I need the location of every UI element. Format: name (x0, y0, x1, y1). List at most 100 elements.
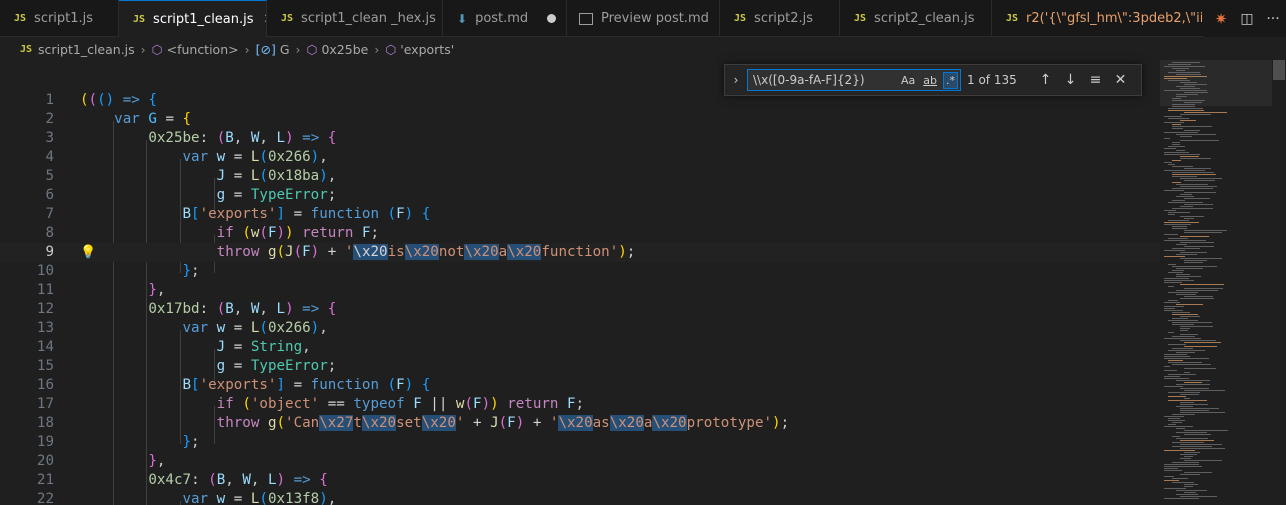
minimap-line (1180, 258, 1222, 259)
minimap-line (1168, 72, 1200, 73)
minimap-line (1168, 64, 1191, 65)
minimap-line (1164, 138, 1170, 139)
minimap-line (1180, 388, 1209, 389)
minimap-line (1164, 190, 1184, 191)
minimap-line (1164, 416, 1184, 417)
minimap-line (1180, 114, 1211, 115)
tab-script1-clean[interactable]: JSscript1_clean.js✕ (119, 0, 267, 38)
find-input[interactable] (748, 72, 895, 88)
preview-icon (579, 12, 593, 25)
minimap-line (1176, 94, 1198, 95)
toggle-replace-chevron-icon[interactable]: › (725, 73, 747, 87)
minimap-line (1176, 384, 1210, 385)
code-line: 6 g = TypeError; (45, 187, 337, 203)
tab-script1[interactable]: JS script1.js (0, 0, 119, 37)
minimap-line (1184, 460, 1222, 461)
minimap-line (1176, 244, 1187, 245)
split-editor-icon[interactable]: ◫ (1234, 11, 1260, 27)
minimap-line (1172, 324, 1194, 325)
tab-preview-post-md[interactable]: Preview post.md (567, 0, 720, 37)
minimap-line (1180, 156, 1199, 157)
minimap-line (1172, 200, 1185, 201)
markdown-icon: ⬇ (457, 11, 468, 26)
minimap-line (1184, 472, 1212, 473)
minimap-line (1168, 272, 1183, 273)
scrollbar-thumb[interactable] (1273, 60, 1285, 80)
minimap-line (1184, 368, 1216, 369)
minimap-line (1168, 418, 1180, 419)
minimap-line (1176, 380, 1210, 381)
minimap-line (1172, 348, 1193, 349)
minimap-line (1164, 370, 1177, 371)
minimap-line (1168, 362, 1202, 363)
code-editor[interactable]: 1((() => { 2 var G = { 3 0x25be: (B, W, … (0, 60, 1160, 505)
minimap-line (1168, 110, 1204, 111)
breadcrumb-file[interactable]: script1_clean.js (38, 42, 135, 57)
minimap-line (1172, 106, 1195, 107)
minimap-line (1168, 238, 1188, 239)
minimap-line (1164, 90, 1207, 91)
minimap-line (1168, 392, 1200, 393)
tab-script2[interactable]: JS script2.js (720, 0, 840, 37)
minimap-line (1164, 498, 1199, 499)
minimap-line (1180, 404, 1208, 405)
minimap-line (1172, 128, 1183, 129)
minimap-line (1168, 396, 1186, 397)
tab-script2-clean[interactable]: JS script2_clean.js (840, 0, 992, 37)
cube-icon: ⬡ (385, 41, 397, 57)
next-match-icon[interactable]: ↓ (1058, 72, 1083, 88)
js-icon: JS (734, 13, 747, 24)
unsaved-dot-icon[interactable] (547, 14, 556, 23)
breadcrumb-item-0x25be[interactable]: 0x25be (321, 42, 368, 57)
minimap-line (1176, 274, 1190, 275)
minimap-line (1176, 96, 1187, 97)
minimap-line (1164, 466, 1202, 467)
minimap-line (1168, 344, 1186, 345)
more-actions-icon[interactable]: ··· (1260, 11, 1286, 27)
cube-icon: ⬡ (151, 41, 163, 57)
find-in-selection-icon[interactable]: ≡ (1083, 72, 1108, 88)
minimap-line (1164, 470, 1182, 471)
minimap-line (1164, 278, 1189, 279)
vertical-scrollbar[interactable] (1272, 60, 1286, 505)
minimap-line (1164, 66, 1205, 67)
minimap-line (1168, 374, 1196, 375)
minimap-line (1168, 360, 1183, 361)
minimap-line (1164, 468, 1178, 469)
variable-icon: [⊘] (255, 41, 276, 57)
minimap-line (1168, 202, 1203, 203)
tab-r2-json[interactable]: JSr2('{\"gfsl_hm\":3pdeb2,\"iihm (992, 0, 1202, 37)
sparkle-icon[interactable]: ✷ (1208, 10, 1234, 28)
whole-word-toggle[interactable]: ab (921, 73, 939, 88)
minimap-line (1172, 270, 1184, 271)
minimap-line (1164, 76, 1207, 77)
minimap-line (1176, 74, 1201, 75)
tab-post-md[interactable]: ⬇ post.md (443, 0, 567, 37)
find-input-box[interactable]: Aa ab .* (747, 69, 961, 91)
tab-script1-clean-hex[interactable]: JS script1_clean _hex.js (267, 0, 443, 37)
minimap-line (1180, 284, 1224, 285)
minimap-line (1172, 314, 1198, 315)
breadcrumb-item-g[interactable]: G (280, 42, 290, 57)
minimap-line (1168, 214, 1175, 215)
match-case-toggle[interactable]: Aa (899, 73, 917, 88)
minimap-line (1176, 86, 1195, 87)
minimap-line (1172, 208, 1213, 209)
previous-match-icon[interactable]: ↑ (1033, 72, 1058, 88)
code-line: 14 J = String, (36, 339, 311, 355)
minimap-line (1168, 80, 1190, 81)
minimap-line (1180, 120, 1196, 121)
minimap-line (1180, 136, 1192, 137)
code-line: 18 throw g('Can\x27t\x20set\x20' + J(F) … (36, 415, 790, 431)
minimap-line (1164, 306, 1184, 307)
breadcrumb-item-exports[interactable]: 'exports' (400, 42, 454, 57)
minimap-line (1184, 382, 1202, 383)
minimap-line (1184, 372, 1190, 373)
minimap-line (1172, 364, 1211, 365)
close-icon[interactable]: ✕ (1108, 72, 1133, 88)
minimap[interactable] (1160, 60, 1272, 505)
regex-toggle[interactable]: .* (943, 71, 958, 89)
lightbulb-icon[interactable]: 💡 (80, 245, 96, 260)
minimap-line (1172, 144, 1180, 145)
breadcrumb-item-function[interactable]: <function> (167, 42, 239, 57)
